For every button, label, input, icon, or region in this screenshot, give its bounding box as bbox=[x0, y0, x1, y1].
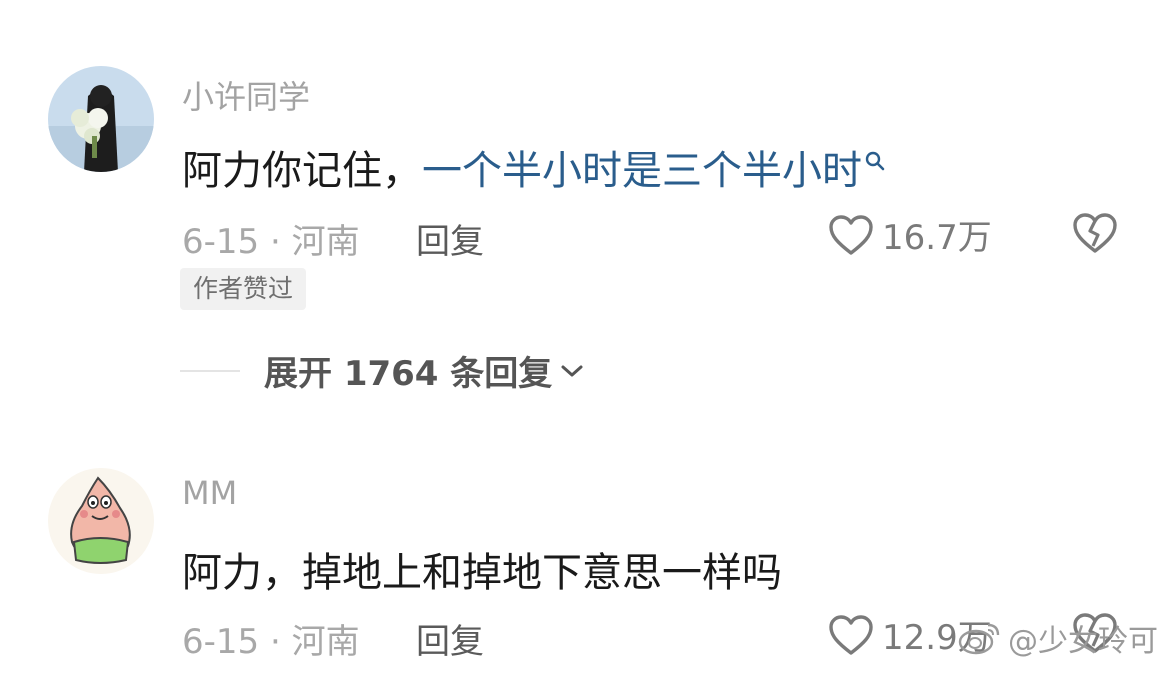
expand-divider bbox=[180, 370, 240, 372]
search-icon[interactable] bbox=[864, 138, 886, 184]
avatar-image bbox=[48, 66, 154, 172]
dislike-button[interactable] bbox=[1072, 212, 1118, 258]
comment-meta: 6-15 · 河南 bbox=[182, 222, 360, 262]
comment-text-prefix: 阿力你记住， bbox=[182, 148, 422, 194]
broken-heart-icon bbox=[1073, 213, 1117, 253]
heart-icon bbox=[829, 614, 873, 655]
expand-replies-button[interactable]: 展开 1764 条回复 bbox=[264, 346, 584, 395]
author-liked-badge: 作者赞过 bbox=[180, 268, 307, 310]
like-button[interactable]: 16.7万 bbox=[828, 210, 992, 259]
expand-replies-label: 展开 1764 条回复 bbox=[264, 354, 553, 394]
watermark: @少女玲可 bbox=[958, 616, 1158, 660]
avatar[interactable] bbox=[48, 66, 154, 172]
search-keyword-link[interactable]: 一个半小时是三个半小时 bbox=[422, 148, 862, 194]
reply-button[interactable]: 回复 bbox=[416, 614, 484, 663]
username[interactable]: MM bbox=[182, 474, 237, 512]
weibo-logo-icon bbox=[958, 623, 1000, 655]
watermark-text: @少女玲可 bbox=[1008, 624, 1158, 659]
heart-icon bbox=[829, 214, 873, 255]
comment-text: 阿力你记住，一个半小时是三个半小时 bbox=[182, 138, 886, 196]
username[interactable]: 小许同学 bbox=[182, 72, 310, 118]
comment-text: 阿力，掉地上和掉地下意思一样吗 bbox=[182, 550, 782, 596]
avatar[interactable] bbox=[48, 468, 154, 574]
reply-button[interactable]: 回复 bbox=[416, 214, 484, 263]
comment-meta: 6-15 · 河南 bbox=[182, 622, 360, 662]
chevron-down-icon bbox=[561, 365, 583, 376]
avatar-image bbox=[48, 468, 154, 574]
like-count: 16.7万 bbox=[882, 218, 992, 258]
